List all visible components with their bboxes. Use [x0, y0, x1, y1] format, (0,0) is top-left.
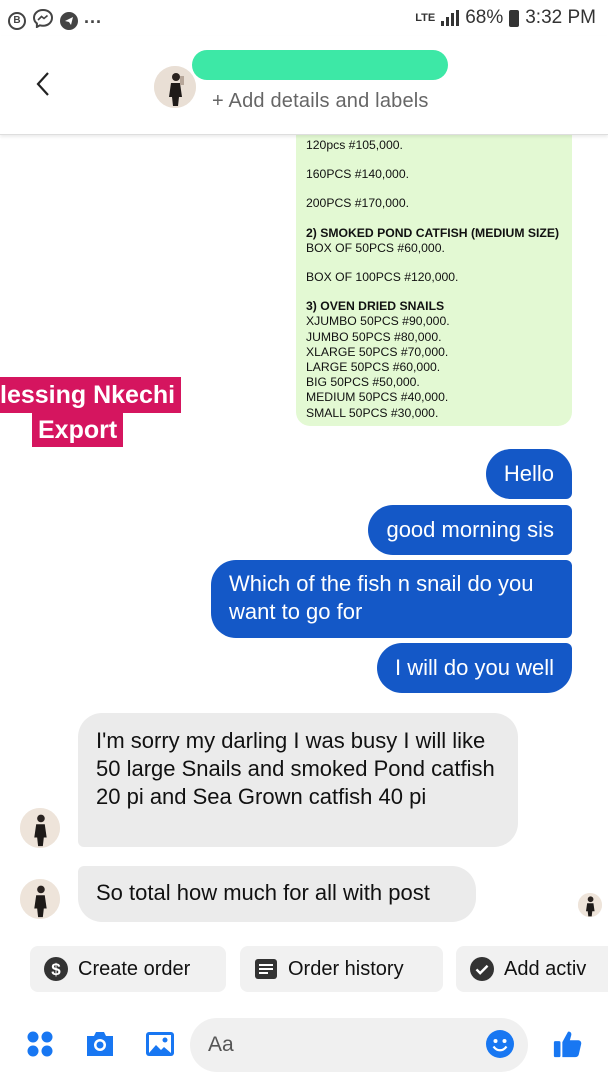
seen-indicator-avatar [578, 893, 602, 917]
gallery-button[interactable] [144, 1028, 176, 1060]
price-list-spacer [306, 256, 564, 270]
price-list-spacer [306, 285, 564, 299]
checkmark-circle-icon [470, 957, 494, 981]
sender-avatar[interactable] [20, 808, 60, 848]
more-notifications-icon: ... [84, 7, 103, 27]
notification-icons: B ... [8, 7, 103, 33]
receipt-icon [254, 957, 278, 981]
telegram-icon [60, 11, 78, 30]
create-order-label: Create order [78, 957, 191, 980]
outgoing-message[interactable]: I will do you well [377, 643, 572, 693]
price-list-item: 120pcs #105,000. [306, 138, 403, 152]
price-list-item: XLARGE 50PCS #70,000. [306, 344, 449, 359]
thumbs-up-icon [553, 1031, 582, 1058]
messenger-icon [32, 8, 54, 33]
add-activity-button[interactable]: Add activ [456, 946, 608, 992]
watermark-line2: Export [32, 413, 124, 447]
price-list-item: 160PCS #140,000. [306, 167, 409, 182]
camera-icon [87, 1032, 113, 1056]
network-type: LTE [415, 12, 436, 24]
chevron-left-icon [36, 72, 49, 96]
emoji-button[interactable] [484, 1028, 516, 1060]
outgoing-message[interactable]: Hello [485, 449, 572, 499]
camera-button[interactable] [84, 1028, 116, 1060]
create-order-button[interactable]: $ Create order [30, 946, 226, 992]
four-dots-icon [27, 1031, 53, 1057]
sender-avatar[interactable] [20, 879, 60, 919]
price-list-item: BIG 50PCS #50,000. [306, 375, 420, 390]
message-input[interactable] [190, 1018, 528, 1072]
svg-text:$: $ [51, 960, 61, 979]
order-history-label: Order history [288, 957, 404, 980]
add-details-link[interactable]: + Add details and labels [212, 90, 429, 113]
outgoing-message[interactable]: good morning sis [368, 505, 572, 555]
menu-dots-button[interactable] [24, 1028, 56, 1060]
price-list-message: 120pcs #105,000. 160PCS #140,000. 200PCS #… [296, 134, 572, 426]
battery-icon [509, 9, 520, 27]
price-list-spacer [306, 212, 564, 226]
price-list-item: BOX OF 50PCS #60,000. [306, 240, 445, 255]
signal-icon [441, 10, 460, 26]
like-button[interactable] [552, 1028, 584, 1060]
watermark-line1: lessing Nkechi [0, 377, 182, 413]
battery-percent: 68% [465, 7, 504, 28]
b-notification-icon: B [8, 11, 26, 30]
price-list-heading: 2) SMOKED POND CATFISH (MEDIUM SIZE) [306, 225, 560, 240]
dollar-icon: $ [44, 957, 68, 981]
price-list-item: SMALL 50PCS #30,000. [306, 405, 439, 420]
outgoing-message[interactable]: Which of the fish n snail do you want to… [211, 560, 572, 638]
price-list-item: 200PCS #170,000. [306, 196, 409, 211]
price-list-item: XJUMBO 50PCS #90,000. [306, 314, 450, 329]
incoming-message[interactable]: So total how much for all with post [78, 866, 476, 922]
contact-name-redacted [192, 50, 448, 80]
price-list-spacer [306, 182, 564, 196]
price-list-item: LARGE 50PCS #60,000. [306, 360, 441, 375]
conversation-header: + Add details and labels [0, 36, 608, 135]
price-list-spacer [306, 153, 564, 167]
price-list-item: JUMBO 50PCS #80,000. [306, 329, 442, 344]
incoming-message[interactable]: I'm sorry my darling I was busy I will l… [78, 713, 518, 847]
price-list-heading: 3) OVEN DRIED SNAILS [306, 299, 445, 314]
clock: 3:32 PM [525, 7, 596, 28]
watermark: lessing Nkechi Export [0, 377, 182, 447]
image-icon [146, 1032, 174, 1056]
price-list-item: MEDIUM 50PCS #40,000. [306, 390, 449, 405]
back-button[interactable] [28, 64, 58, 104]
add-activity-label: Add activ [504, 957, 587, 980]
contact-avatar[interactable] [154, 66, 196, 108]
order-history-button[interactable]: Order history [240, 946, 443, 992]
smiley-icon [486, 1030, 514, 1058]
message-composer [0, 1008, 608, 1080]
price-list-item: BOX OF 100PCS #120,000. [306, 270, 459, 285]
status-bar: B ... LTE 68% 3:32 PM [0, 0, 608, 36]
